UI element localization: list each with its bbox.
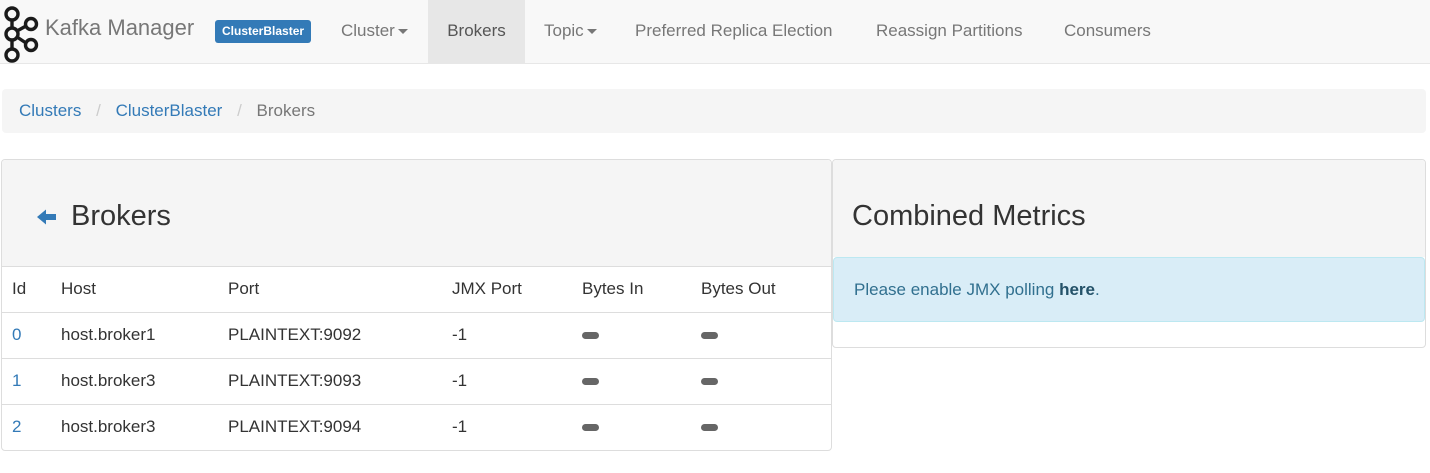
broker-host: host.broker3	[61, 357, 228, 404]
nav-brokers[interactable]: Brokers	[428, 0, 525, 63]
broker-jmx-port: -1	[452, 357, 582, 404]
breadcrumb-separator: /	[96, 101, 101, 120]
table-row: 1 host.broker3 PLAINTEXT:9093 -1	[2, 357, 831, 404]
jmx-polling-alert: Please enable JMX polling here.	[833, 257, 1425, 322]
loading-pill-icon	[701, 424, 718, 432]
broker-port: PLAINTEXT:9092	[228, 311, 452, 358]
caret-down-icon	[397, 29, 408, 35]
arrow-left-icon[interactable]	[37, 208, 57, 226]
broker-host: host.broker3	[61, 403, 228, 450]
column-header-bytes-in: Bytes In	[582, 267, 701, 313]
combined-metrics-panel: Combined Metrics Please enable JMX polli…	[832, 159, 1426, 348]
alert-suffix: .	[1095, 280, 1100, 299]
nav-cluster-dropdown[interactable]: Cluster	[328, 0, 421, 63]
broker-id-link[interactable]: 1	[12, 371, 21, 390]
loading-pill-icon	[582, 424, 599, 432]
column-header-port: Port	[228, 267, 452, 313]
kafka-logo-icon[interactable]	[2, 5, 40, 63]
column-header-id: Id	[2, 267, 61, 313]
enable-jmx-link[interactable]: here	[1059, 280, 1095, 299]
nav-consumers-label: Consumers	[1064, 21, 1151, 40]
brokers-table: Id Host Port JMX Port Bytes In Bytes Out…	[2, 267, 831, 450]
breadcrumb-clusters[interactable]: Clusters	[19, 101, 81, 120]
brokers-panel: Brokers Id Host Port JMX Port Bytes In B…	[1, 159, 832, 451]
breadcrumb-cluster[interactable]: ClusterBlaster	[116, 101, 223, 120]
table-header-row: Id Host Port JMX Port Bytes In Bytes Out	[2, 267, 831, 313]
loading-pill-icon	[701, 332, 718, 340]
nav-preferred-replica-election[interactable]: Preferred Replica Election	[635, 0, 832, 63]
table-row: 2 host.broker3 PLAINTEXT:9094 -1	[2, 403, 831, 450]
cluster-badge: ClusterBlaster	[215, 20, 312, 43]
metrics-panel-heading: Combined Metrics	[833, 160, 1425, 257]
broker-port: PLAINTEXT:9094	[228, 403, 452, 450]
nav-brokers-label: Brokers	[447, 21, 506, 40]
metrics-panel-title: Combined Metrics	[852, 200, 1086, 232]
breadcrumb-separator: /	[237, 101, 242, 120]
breadcrumb-current: Brokers	[256, 101, 316, 120]
caret-down-icon	[586, 29, 597, 35]
loading-pill-icon	[582, 378, 599, 386]
column-header-bytes-out: Bytes Out	[701, 267, 831, 313]
loading-pill-icon	[582, 332, 599, 340]
nav-reassign-partitions[interactable]: Reassign Partitions	[876, 0, 1022, 63]
nav-preferred-replica-election-label: Preferred Replica Election	[635, 21, 833, 40]
brand-name[interactable]: Kafka Manager	[45, 15, 194, 41]
broker-id-link[interactable]: 2	[12, 417, 21, 436]
broker-jmx-port: -1	[452, 311, 582, 358]
brokers-panel-heading: Brokers	[2, 160, 831, 267]
column-header-host: Host	[61, 267, 228, 313]
breadcrumb: Clusters / ClusterBlaster / Brokers	[2, 89, 1426, 133]
nav-consumers[interactable]: Consumers	[1064, 0, 1151, 63]
broker-jmx-port: -1	[452, 403, 582, 450]
alert-text: Please enable JMX polling	[854, 280, 1060, 299]
broker-host: host.broker1	[61, 311, 228, 358]
nav-cluster-label: Cluster	[341, 21, 395, 40]
top-navbar: Kafka Manager ClusterBlaster Cluster Bro…	[0, 0, 1430, 64]
broker-id-link[interactable]: 0	[12, 325, 21, 344]
nav-topic-dropdown[interactable]: Topic	[531, 0, 610, 63]
loading-pill-icon	[701, 378, 718, 386]
broker-port: PLAINTEXT:9093	[228, 357, 452, 404]
column-header-jmx-port: JMX Port	[452, 267, 582, 313]
brokers-panel-title: Brokers	[71, 200, 171, 232]
nav-topic-label: Topic	[544, 21, 584, 40]
nav-reassign-partitions-label: Reassign Partitions	[876, 21, 1023, 40]
table-row: 0 host.broker1 PLAINTEXT:9092 -1	[2, 311, 831, 358]
